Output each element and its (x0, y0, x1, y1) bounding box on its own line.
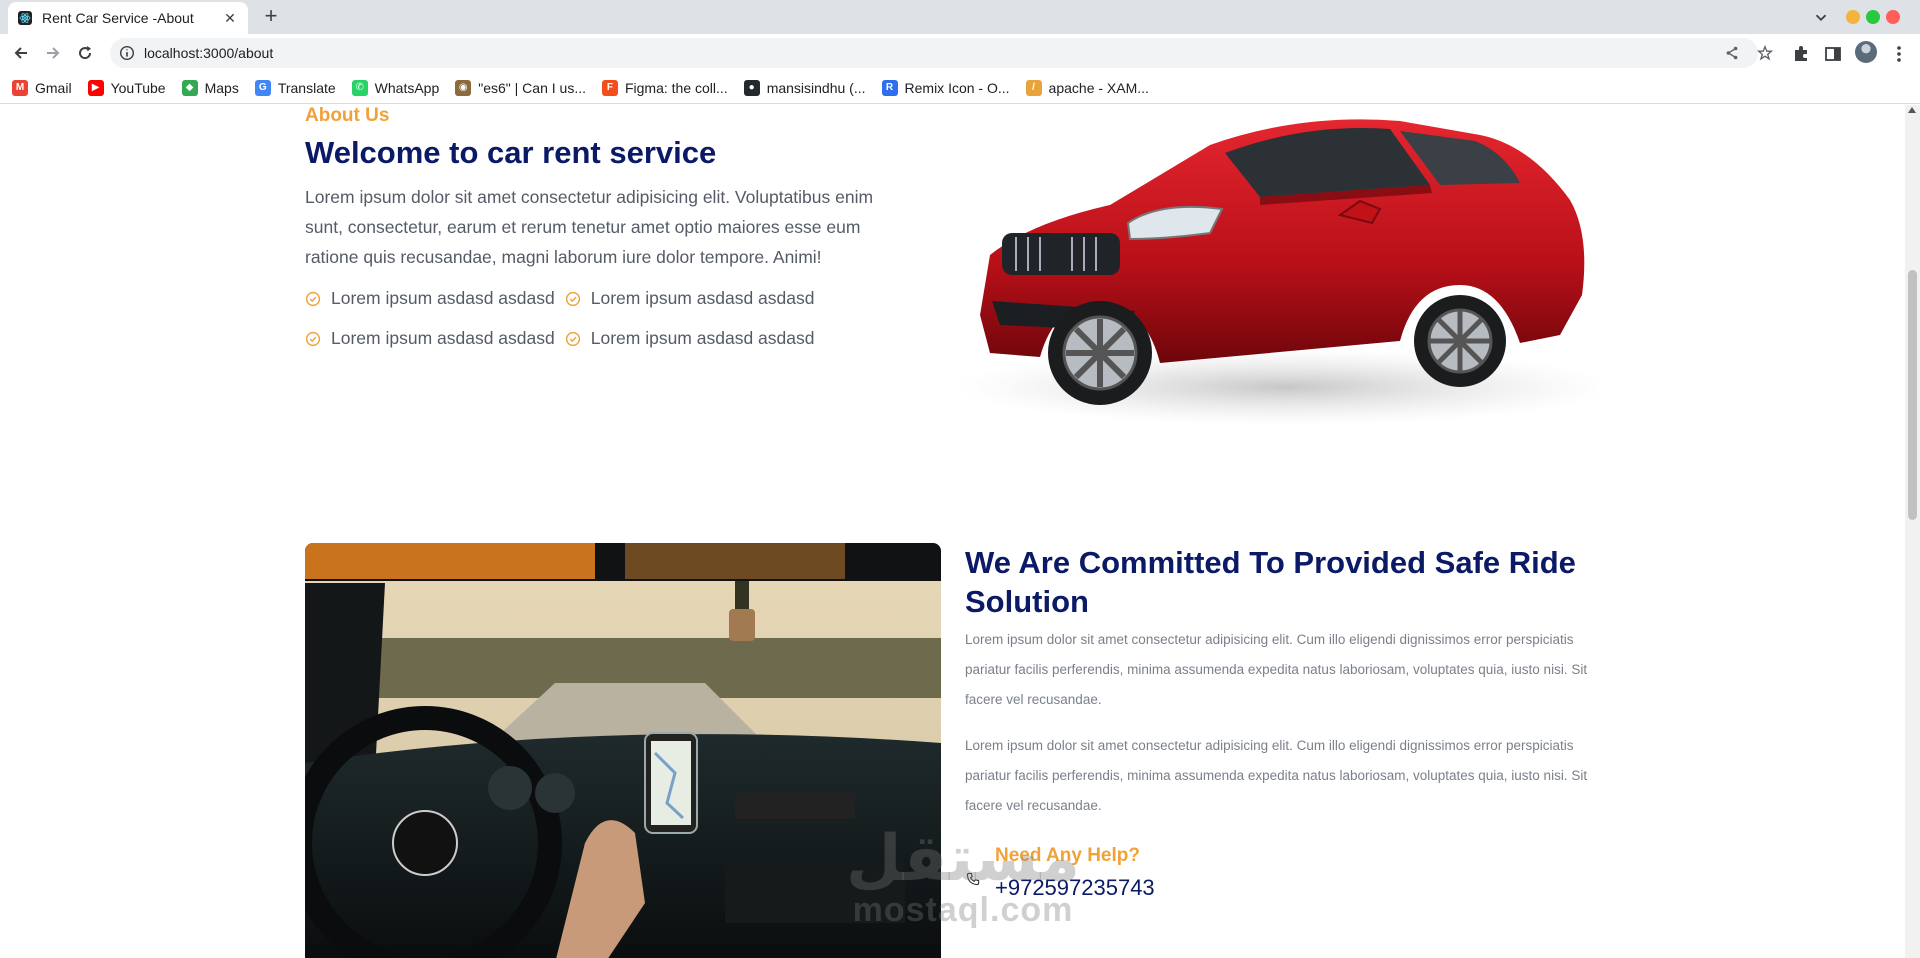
feature-list: Lorem ipsum asdasd asdasd Lorem ipsum as… (305, 288, 865, 349)
bookmark-label: apache - XAM... (1048, 79, 1149, 96)
page-scrollbar[interactable] (1905, 105, 1920, 958)
check-circle-icon (305, 291, 321, 306)
browser-tab[interactable]: Rent Car Service -About ✕ (8, 2, 248, 34)
bookmark-label: WhatsApp (374, 79, 440, 96)
bookmark-item[interactable]: G Translate (254, 79, 336, 96)
commitment-paragraph: Lorem ipsum dolor sit amet consectetur a… (965, 738, 1588, 813)
bookmark-label: Maps (204, 79, 239, 96)
feature-item: Lorem ipsum asdasd asdasd (305, 288, 555, 309)
side-panel-icon[interactable] (1823, 44, 1843, 64)
extensions-puzzle-icon[interactable] (1791, 44, 1811, 64)
bookmark-item[interactable]: / apache - XAM... (1025, 79, 1149, 96)
feature-label: Lorem ipsum asdasd asdasd (590, 288, 815, 308)
bookmark-item[interactable]: ◉ "es6" | Can I us... (455, 79, 586, 96)
share-icon[interactable] (1723, 44, 1741, 62)
mostaql-watermark: مستقل mostaql.com (843, 827, 1083, 929)
react-favicon-icon (18, 11, 32, 25)
feature-item: Lorem ipsum asdasd asdasd (565, 328, 815, 349)
scroll-up-arrow-icon[interactable] (1908, 107, 1916, 113)
feature-item: Lorem ipsum asdasd asdasd (305, 328, 555, 349)
figma-icon: F (601, 79, 618, 96)
apache-icon: / (1025, 79, 1042, 96)
gmail-icon: M (12, 79, 28, 96)
forward-arrow-icon[interactable] (43, 43, 63, 63)
bookmark-label: Translate (277, 79, 336, 96)
red-car-image (960, 119, 1600, 425)
about-intro: Lorem ipsum dolor sit amet consectetur a… (305, 187, 874, 267)
about-title: Welcome to car rent service (305, 135, 717, 170)
bookmark-item[interactable]: F Figma: the coll... (601, 79, 728, 96)
bookmark-item[interactable]: ✆ WhatsApp (351, 79, 440, 96)
feature-item: Lorem ipsum asdasd asdasd (565, 288, 815, 309)
profile-avatar[interactable] (1855, 41, 1877, 63)
whatsapp-icon: ✆ (351, 79, 368, 96)
bookmark-label: "es6" | Can I us... (478, 79, 586, 96)
page-viewport: About Us Welcome to car rent service Lor… (0, 105, 1920, 958)
watermark-arabic: مستقل (845, 822, 1081, 896)
window-close-button[interactable] (1886, 10, 1900, 24)
bookmark-item[interactable]: ● mansisindhu (... (743, 79, 866, 96)
new-tab-button[interactable]: + (260, 5, 282, 27)
bookmark-item[interactable]: ▶ YouTube (87, 79, 166, 96)
bookmark-item[interactable]: R Remix Icon - O... (881, 79, 1010, 96)
commitment-paragraph: Lorem ipsum dolor sit amet consectetur a… (965, 632, 1588, 707)
tab-title: Rent Car Service -About (42, 10, 194, 26)
browser-toolbar: localhost:3000/about (0, 34, 1920, 72)
url-text: localhost:3000/about (144, 45, 274, 61)
reload-icon[interactable] (75, 43, 95, 63)
check-circle-icon (565, 291, 580, 306)
tab-search-chevron-icon[interactable] (1812, 8, 1830, 26)
bookmark-item[interactable]: M Gmail (12, 79, 72, 96)
site-info-icon[interactable] (118, 44, 136, 62)
maps-icon: ◆ (181, 79, 198, 96)
bookmark-label: Gmail (35, 79, 72, 96)
tab-close-icon[interactable]: ✕ (222, 10, 238, 27)
bookmark-label: Figma: the coll... (624, 79, 728, 96)
bookmark-item[interactable]: ◆ Maps (181, 79, 239, 96)
feature-label: Lorem ipsum asdasd asdasd (590, 328, 815, 348)
check-circle-icon (565, 331, 580, 346)
caniuse-icon: ◉ (455, 79, 472, 96)
bookmark-star-icon[interactable] (1756, 44, 1774, 62)
address-bar[interactable]: localhost:3000/about (110, 38, 1774, 68)
window-minimize-button[interactable] (1846, 10, 1860, 24)
translate-icon: G (254, 79, 271, 96)
feature-label: Lorem ipsum asdasd asdasd (331, 328, 555, 348)
youtube-icon: ▶ (87, 79, 104, 96)
bookmarks-bar: M Gmail ▶ YouTube ◆ Maps G Translate ✆ WhatsApp ◉ "… (0, 72, 1920, 104)
github-icon: ● (743, 79, 760, 96)
feature-label: Lorem ipsum asdasd asdasd (331, 288, 555, 308)
scroll-thumb[interactable] (1908, 270, 1917, 520)
watermark-latin: mostaql.com (852, 891, 1074, 929)
bookmark-label: YouTube (110, 79, 166, 96)
commitment-title: We Are Committed To Provided Safe Ride S… (965, 545, 1576, 619)
bookmark-label: mansisindhu (... (766, 79, 866, 96)
remix-icon: R (881, 79, 898, 96)
menu-kebab-icon[interactable] (1889, 44, 1909, 64)
back-arrow-icon[interactable] (11, 43, 31, 63)
tab-strip: Rent Car Service -About ✕ + (0, 0, 1920, 34)
window-maximize-button[interactable] (1866, 10, 1880, 24)
check-circle-icon (305, 331, 321, 346)
about-eyebrow: About Us (305, 105, 390, 126)
bookmark-label: Remix Icon - O... (904, 79, 1010, 96)
